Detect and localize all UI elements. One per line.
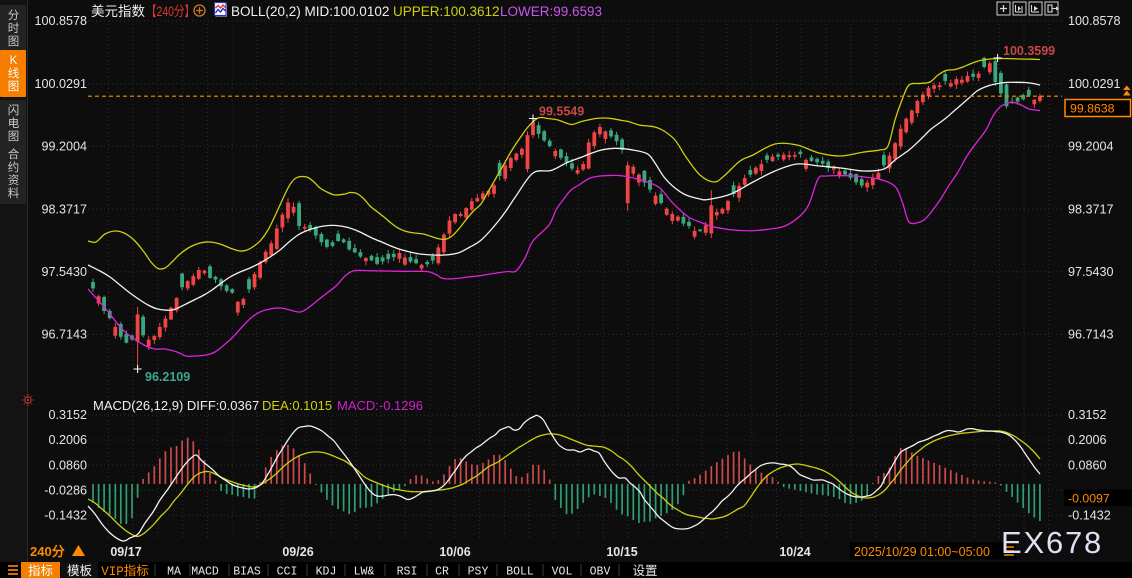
svg-text:0.3152: 0.3152 xyxy=(48,408,87,422)
svg-text:240分: 240分 xyxy=(30,544,65,559)
svg-text:MACD: MACD xyxy=(191,566,219,578)
svg-text:99.5549: 99.5549 xyxy=(539,105,584,119)
svg-text:CCI: CCI xyxy=(277,566,298,578)
svg-text:-0.0286: -0.0286 xyxy=(44,483,87,497)
svg-text:指标: 指标 xyxy=(28,563,53,578)
svg-text:料: 料 xyxy=(8,186,20,200)
svg-text:10/24: 10/24 xyxy=(779,545,810,559)
svg-text:10/15: 10/15 xyxy=(606,545,637,559)
svg-text:PSY: PSY xyxy=(468,566,489,578)
svg-text:0.2006: 0.2006 xyxy=(48,433,87,447)
svg-text:EX678: EX678 xyxy=(1001,525,1103,560)
svg-text:96.2109: 96.2109 xyxy=(145,370,190,384)
svg-text:96.7143: 96.7143 xyxy=(41,328,87,342)
svg-text:2025/10/29 01:00~05:00: 2025/10/29 01:00~05:00 xyxy=(854,545,990,559)
svg-text:电: 电 xyxy=(8,117,20,130)
svg-text:线: 线 xyxy=(8,66,20,80)
svg-text:VOL: VOL xyxy=(552,566,573,578)
svg-text:LOWER:99.6593: LOWER:99.6593 xyxy=(500,4,602,19)
svg-text:0.3152: 0.3152 xyxy=(1068,408,1107,422)
svg-text:LW&: LW& xyxy=(354,566,375,578)
svg-text:-0.1432: -0.1432 xyxy=(44,508,87,522)
svg-text:图: 图 xyxy=(8,130,20,143)
svg-text:BOLL(20,2) MID:100.0102: BOLL(20,2) MID:100.0102 xyxy=(231,4,389,19)
svg-text:10/06: 10/06 xyxy=(439,545,470,559)
svg-text:MA: MA xyxy=(167,566,181,578)
svg-text:99.2004: 99.2004 xyxy=(41,140,87,154)
svg-text:100.0291: 100.0291 xyxy=(34,77,87,91)
svg-text:0.2006: 0.2006 xyxy=(1068,433,1107,447)
svg-text:闪: 闪 xyxy=(8,103,20,117)
svg-text:图: 图 xyxy=(8,35,20,48)
svg-text:0.0860: 0.0860 xyxy=(1068,458,1107,472)
svg-text:99.2004: 99.2004 xyxy=(1068,140,1114,154)
svg-text:OBV: OBV xyxy=(590,566,611,578)
svg-text:图: 图 xyxy=(8,80,20,93)
svg-text:97.5430: 97.5430 xyxy=(41,265,87,279)
svg-text:UPPER:100.3612: UPPER:100.3612 xyxy=(393,4,500,19)
svg-text:美元指数: 美元指数 xyxy=(91,4,145,19)
svg-text:模板: 模板 xyxy=(67,564,93,578)
svg-text:KDJ: KDJ xyxy=(316,566,337,578)
svg-text:DEA:0.1015: DEA:0.1015 xyxy=(262,398,332,413)
svg-text:【240分】: 【240分】 xyxy=(146,4,195,19)
svg-text:09/17: 09/17 xyxy=(110,545,141,559)
svg-text:资: 资 xyxy=(8,174,20,187)
svg-text:分: 分 xyxy=(8,9,20,22)
svg-text:-0.0097: -0.0097 xyxy=(1068,492,1110,506)
svg-text:MACD:-0.1296: MACD:-0.1296 xyxy=(337,398,423,413)
svg-text:96.7143: 96.7143 xyxy=(1068,328,1114,342)
svg-text:97.5430: 97.5430 xyxy=(1068,265,1114,279)
svg-text:设置: 设置 xyxy=(632,563,657,578)
svg-text:CR: CR xyxy=(435,566,449,578)
svg-text:MACD(26,12,9) DIFF:0.0367: MACD(26,12,9) DIFF:0.0367 xyxy=(93,398,259,413)
svg-text:09/26: 09/26 xyxy=(282,545,313,559)
svg-text:时: 时 xyxy=(8,22,20,35)
svg-text:-0.1432: -0.1432 xyxy=(1068,508,1111,522)
svg-text:100.0291: 100.0291 xyxy=(1068,77,1121,91)
svg-text:VIP指标: VIP指标 xyxy=(101,563,149,578)
svg-text:合: 合 xyxy=(8,147,20,161)
svg-text:98.3717: 98.3717 xyxy=(41,202,87,216)
svg-text:BOLL: BOLL xyxy=(506,566,534,578)
svg-text:RSI: RSI xyxy=(397,566,418,578)
svg-text:98.3717: 98.3717 xyxy=(1068,202,1114,216)
svg-text:100.8578: 100.8578 xyxy=(34,14,87,28)
svg-text:K: K xyxy=(10,55,18,67)
svg-text:99.8638: 99.8638 xyxy=(1070,102,1115,116)
svg-text:100.8578: 100.8578 xyxy=(1068,14,1121,28)
svg-text:0.0860: 0.0860 xyxy=(48,458,87,472)
svg-text:约: 约 xyxy=(8,160,20,174)
svg-text:BIAS: BIAS xyxy=(233,566,261,578)
svg-text:100.3599: 100.3599 xyxy=(1003,44,1055,58)
